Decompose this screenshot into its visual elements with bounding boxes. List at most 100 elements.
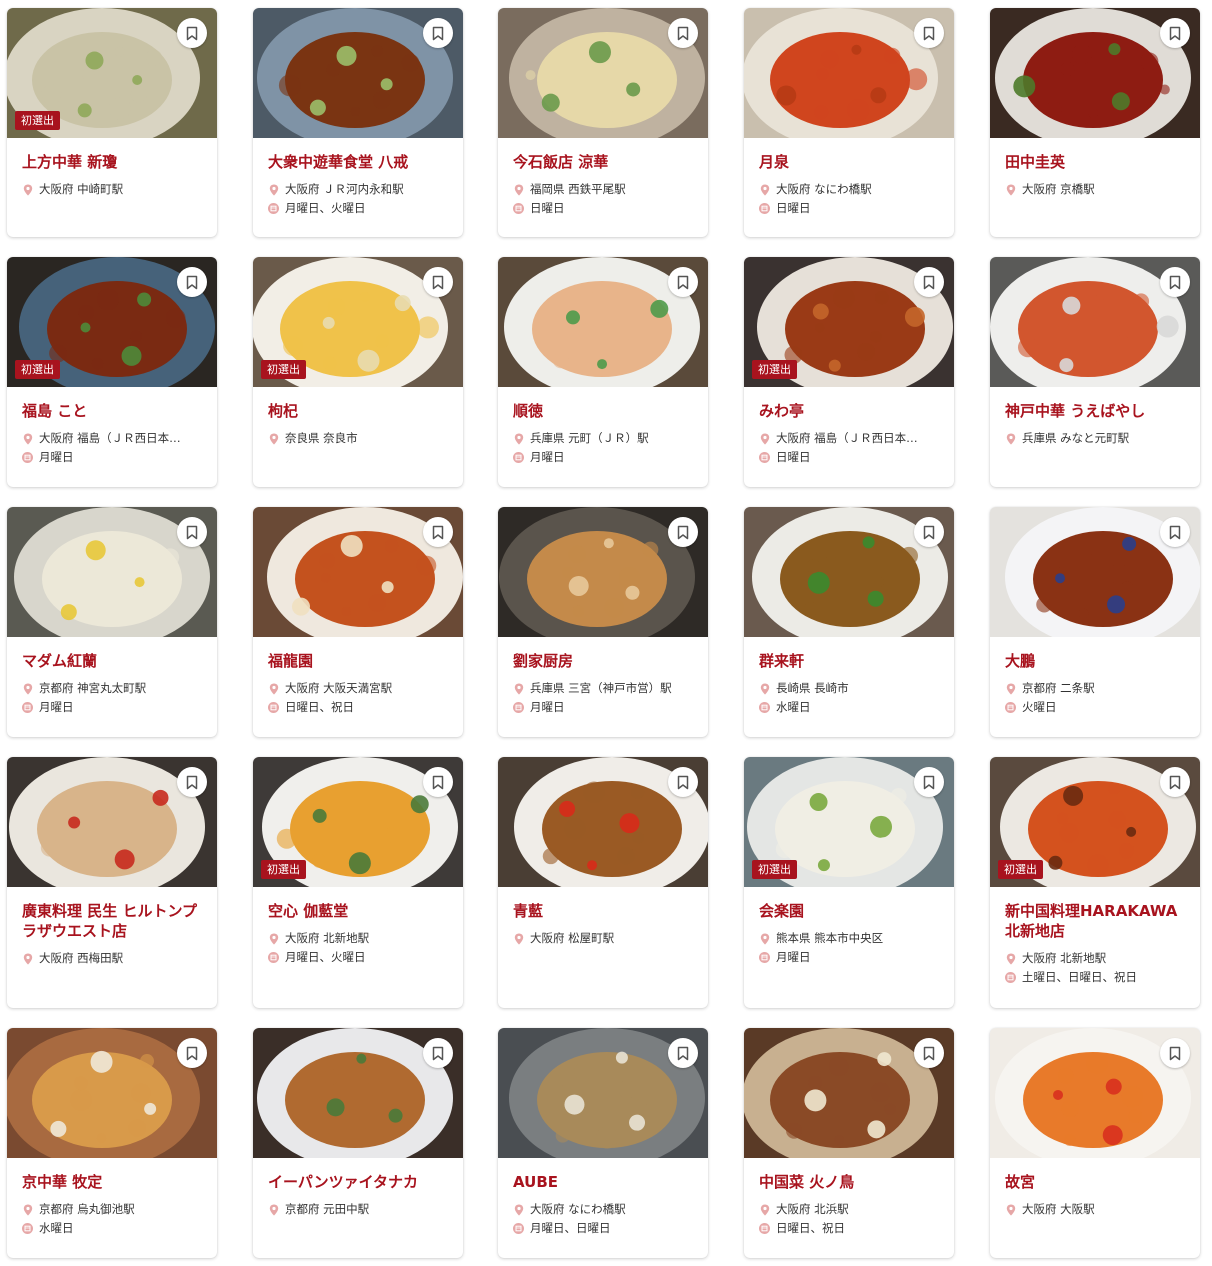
bookmark-button[interactable] (423, 517, 453, 547)
map-pin-icon (268, 1204, 279, 1215)
restaurant-card[interactable]: 順徳 兵庫県 元町（ＪＲ）駅 月曜日 (498, 257, 708, 487)
dish-photo[interactable] (253, 507, 463, 637)
restaurant-name: 大衆中遊華食堂 八戒 (268, 153, 409, 171)
card-body: 劉家厨房 兵庫県 三宮（神戸市営）駅 月曜日 (498, 637, 708, 731)
bookmark-button[interactable] (668, 18, 698, 48)
dish-photo[interactable] (990, 257, 1200, 387)
restaurant-card[interactable]: 神戸中華 うえばやし 兵庫県 みなと元町駅 (990, 257, 1200, 487)
restaurant-card[interactable]: マダム紅蘭 京都府 神宮丸太町駅 月曜日 (7, 507, 217, 737)
dish-photo[interactable] (498, 507, 708, 637)
closed-days-row: 土曜日、日曜日、祝日 (1005, 968, 1185, 987)
bookmark-button[interactable] (668, 517, 698, 547)
dish-photo[interactable] (744, 1028, 954, 1158)
card-body: 京中華 牧定 京都府 烏丸御池駅 水曜日 (7, 1158, 217, 1252)
dish-photo[interactable] (498, 1028, 708, 1158)
dish-photo[interactable]: 初選出 (7, 8, 217, 138)
location-text: 大阪府 西梅田駅 (39, 951, 124, 965)
bookmark-button[interactable] (668, 267, 698, 297)
dish-photo[interactable] (498, 757, 708, 887)
bookmark-button[interactable] (177, 267, 207, 297)
location-text: 兵庫県 みなと元町駅 (1022, 431, 1130, 445)
bookmark-button[interactable] (423, 18, 453, 48)
restaurant-card[interactable]: 初選出 福島 こと 大阪府 福島（ＪＲ西日本… 月曜日 (7, 257, 217, 487)
restaurant-card[interactable]: 初選出 会楽園 熊本県 熊本市中央区 月曜日 (744, 757, 954, 1008)
location-row: 大阪府 大阪天満宮駅 (268, 679, 448, 698)
bookmark-button[interactable] (668, 767, 698, 797)
dish-photo[interactable]: 初選出 (7, 257, 217, 387)
bookmark-button[interactable] (1160, 517, 1190, 547)
bookmark-button[interactable] (1160, 767, 1190, 797)
dish-photo[interactable] (990, 8, 1200, 138)
dish-photo[interactable] (498, 257, 708, 387)
bookmark-button[interactable] (1160, 18, 1190, 48)
closed-days-row: 水曜日 (22, 1219, 202, 1238)
dish-photo[interactable]: 初選出 (253, 757, 463, 887)
restaurant-card[interactable]: 劉家厨房 兵庫県 三宮（神戸市営）駅 月曜日 (498, 507, 708, 737)
dish-photo[interactable] (253, 1028, 463, 1158)
restaurant-card[interactable]: 初選出 上方中華 新瓊 大阪府 中崎町駅 (7, 8, 217, 237)
dish-photo[interactable] (990, 1028, 1200, 1158)
location-row: 京都府 元田中駅 (268, 1200, 448, 1219)
bookmark-button[interactable] (914, 18, 944, 48)
location-row: 兵庫県 元町（ＪＲ）駅 (513, 429, 693, 448)
bookmark-button[interactable] (668, 1038, 698, 1068)
closed-day-icon (759, 203, 770, 214)
bookmark-icon (677, 26, 689, 41)
closed-day-icon (513, 1223, 524, 1234)
dish-photo[interactable]: 初選出 (744, 257, 954, 387)
map-pin-icon (759, 1204, 770, 1215)
restaurant-card[interactable]: AUBE 大阪府 なにわ橋駅 月曜日、日曜日 (498, 1028, 708, 1258)
dish-photo[interactable] (990, 507, 1200, 637)
restaurant-card[interactable]: 月泉 大阪府 なにわ橋駅 日曜日 (744, 8, 954, 237)
dish-photo[interactable]: 初選出 (253, 257, 463, 387)
bookmark-button[interactable] (177, 517, 207, 547)
dish-photo[interactable] (253, 8, 463, 138)
restaurant-card[interactable]: 初選出 新中国料理HARAKAWA 北新地店 大阪府 北新地駅 土曜日、日曜日、祝日 (990, 757, 1200, 1008)
restaurant-card[interactable]: 中国菜 火ノ鳥 大阪府 北浜駅 日曜日、祝日 (744, 1028, 954, 1258)
restaurant-name: 福龍園 (268, 652, 314, 670)
restaurant-card[interactable]: 初選出 枸杞 奈良県 奈良市 (253, 257, 463, 487)
card-body: 今石飯店 涼華 福岡県 西鉄平尾駅 日曜日 (498, 138, 708, 232)
restaurant-card[interactable]: 初選出 みわ亭 大阪府 福島（ＪＲ西日本… 日曜日 (744, 257, 954, 487)
map-pin-icon (1005, 184, 1016, 195)
restaurant-card[interactable]: 初選出 空心 伽藍堂 大阪府 北新地駅 月曜日、火曜日 (253, 757, 463, 1008)
location-row: 大阪府 なにわ橋駅 (513, 1200, 693, 1219)
restaurant-card[interactable]: 大鵬 京都府 二条駅 火曜日 (990, 507, 1200, 737)
bookmark-button[interactable] (1160, 1038, 1190, 1068)
bookmark-button[interactable] (177, 1038, 207, 1068)
restaurant-card[interactable]: 廣東料理 民生 ヒルトンプラザウエスト店大阪府 西梅田駅 (7, 757, 217, 1008)
restaurant-card[interactable]: 福龍園 大阪府 大阪天満宮駅 日曜日、祝日 (253, 507, 463, 737)
closed-day-icon (759, 702, 770, 713)
dish-photo[interactable]: 初選出 (744, 757, 954, 887)
restaurant-card[interactable]: 故宮 大阪府 大阪駅 (990, 1028, 1200, 1258)
restaurant-card[interactable]: 青藍 大阪府 松屋町駅 (498, 757, 708, 1008)
bookmark-button[interactable] (423, 267, 453, 297)
restaurant-card[interactable]: 京中華 牧定 京都府 烏丸御池駅 水曜日 (7, 1028, 217, 1258)
dish-photo[interactable] (7, 1028, 217, 1158)
restaurant-name: 故宮 (1005, 1173, 1036, 1191)
bookmark-button[interactable] (914, 1038, 944, 1068)
bookmark-button[interactable] (914, 267, 944, 297)
dish-photo[interactable] (7, 507, 217, 637)
restaurant-card[interactable]: 群来軒 長崎県 長崎市 水曜日 (744, 507, 954, 737)
bookmark-button[interactable] (177, 767, 207, 797)
dish-photo[interactable] (498, 8, 708, 138)
bookmark-button[interactable] (177, 18, 207, 48)
first-selection-badge: 初選出 (15, 111, 60, 130)
restaurant-name: 会楽園 (759, 902, 805, 920)
card-body: AUBE 大阪府 なにわ橋駅 月曜日、日曜日 (498, 1158, 708, 1252)
bookmark-button[interactable] (914, 767, 944, 797)
restaurant-card[interactable]: イーパンツァイタナカ 京都府 元田中駅 (253, 1028, 463, 1258)
bookmark-button[interactable] (423, 767, 453, 797)
dish-photo[interactable] (744, 8, 954, 138)
dish-photo[interactable] (744, 507, 954, 637)
restaurant-card[interactable]: 今石飯店 涼華 福岡県 西鉄平尾駅 日曜日 (498, 8, 708, 237)
dish-photo[interactable] (7, 757, 217, 887)
dish-photo[interactable]: 初選出 (990, 757, 1200, 887)
restaurant-name: 廣東料理 民生 ヒルトンプラザウエスト店 (22, 902, 197, 940)
restaurant-card[interactable]: 大衆中遊華食堂 八戒 大阪府 ＪＲ河内永和駅 月曜日、火曜日 (253, 8, 463, 237)
bookmark-button[interactable] (423, 1038, 453, 1068)
restaurant-card[interactable]: 田中圭英 大阪府 京橋駅 (990, 8, 1200, 237)
bookmark-button[interactable] (914, 517, 944, 547)
bookmark-button[interactable] (1160, 267, 1190, 297)
